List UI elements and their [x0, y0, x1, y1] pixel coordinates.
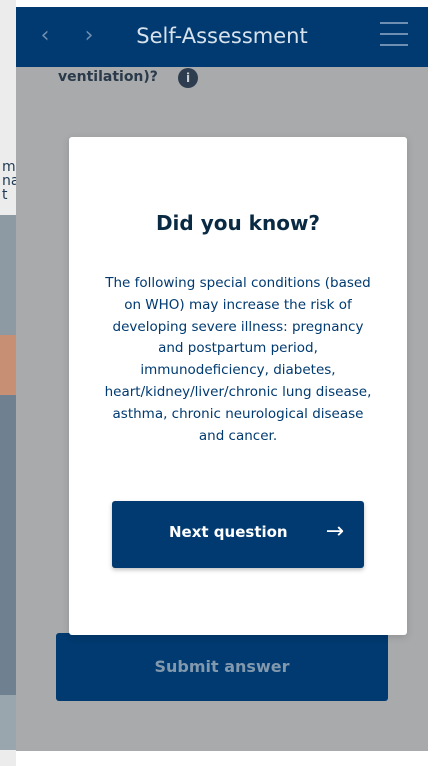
header-bar: ‹ › Self-Assessment — [16, 7, 428, 67]
next-question-button[interactable]: Next question → — [112, 501, 364, 568]
background-image — [0, 215, 16, 750]
arrow-right-icon: → — [325, 519, 344, 544]
hamburger-menu-icon[interactable] — [380, 22, 408, 50]
did-you-know-modal: Did you know? The following special cond… — [69, 137, 407, 635]
page-title: Self-Assessment — [136, 24, 308, 48]
submit-answer-button[interactable]: Submit answer — [56, 633, 388, 701]
app-window: ‹ › Self-Assessment ventilation)? i Subm… — [16, 7, 428, 751]
info-icon[interactable]: i — [178, 68, 198, 88]
background-text-fragment: m na t — [2, 159, 16, 203]
question-text: ventilation)? — [58, 69, 158, 85]
modal-title: Did you know? — [155, 211, 321, 235]
next-question-label: Next question — [169, 523, 288, 541]
modal-body-text: The following special conditions (based … — [104, 275, 372, 444]
background-page: m na t — [0, 0, 16, 766]
